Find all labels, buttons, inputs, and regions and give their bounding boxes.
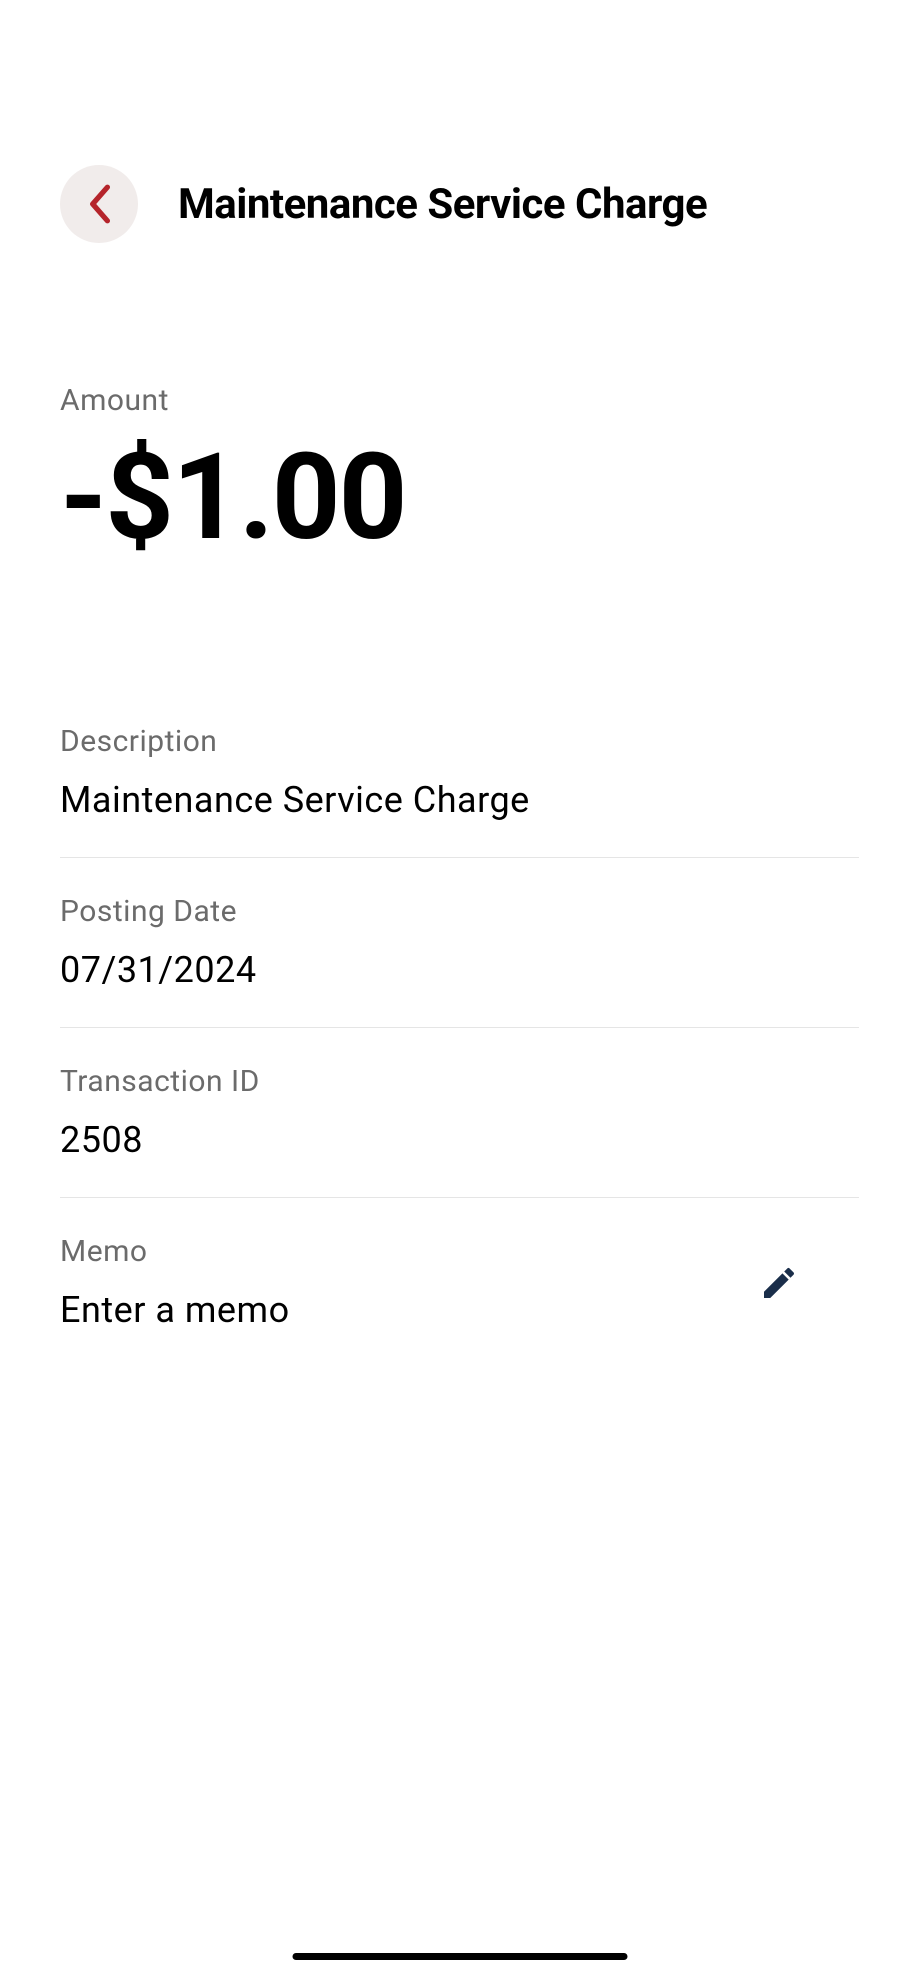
header: Maintenance Service Charge <box>0 0 919 243</box>
transaction-id-row: Transaction ID 2508 <box>60 1028 859 1198</box>
amount-label: Amount <box>60 383 859 418</box>
amount-section: Amount -$1.00 <box>60 383 859 558</box>
posting-date-label: Posting Date <box>60 894 859 929</box>
back-button[interactable] <box>60 165 138 243</box>
description-label: Description <box>60 724 859 759</box>
memo-label: Memo <box>60 1234 759 1269</box>
memo-row[interactable]: Memo Enter a memo <box>60 1198 859 1367</box>
memo-content: Memo Enter a memo <box>60 1234 759 1331</box>
pencil-icon <box>759 1263 799 1303</box>
home-indicator[interactable] <box>292 1953 627 1960</box>
page-title: Maintenance Service Charge <box>178 180 707 229</box>
transaction-id-value: 2508 <box>60 1119 859 1161</box>
content: Amount -$1.00 Description Maintenance Se… <box>0 243 919 1367</box>
transaction-id-label: Transaction ID <box>60 1064 859 1099</box>
description-row: Description Maintenance Service Charge <box>60 688 859 858</box>
amount-value: -$1.00 <box>60 438 859 558</box>
description-value: Maintenance Service Charge <box>60 779 859 821</box>
memo-placeholder: Enter a memo <box>60 1289 759 1331</box>
chevron-left-icon <box>84 183 114 225</box>
edit-memo-button[interactable] <box>759 1263 799 1303</box>
posting-date-row: Posting Date 07/31/2024 <box>60 858 859 1028</box>
posting-date-value: 07/31/2024 <box>60 949 859 991</box>
